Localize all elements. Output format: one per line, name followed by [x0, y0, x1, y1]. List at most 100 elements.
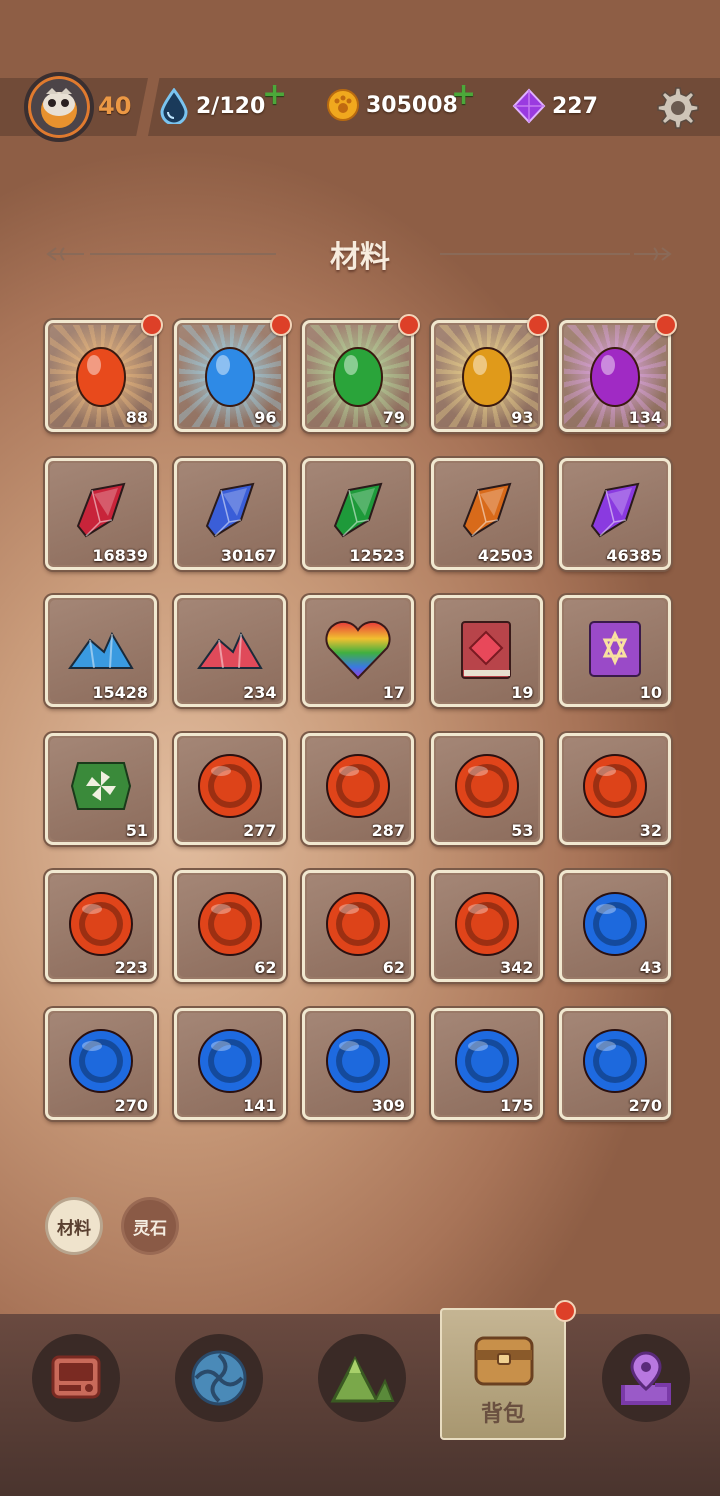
inventory-slot[interactable]: 10 [559, 595, 671, 707]
coin-value: 305008 [366, 92, 458, 118]
yellow-egg-icon [461, 346, 512, 407]
item-quantity: 175 [500, 1095, 534, 1115]
green-egg-icon [333, 346, 383, 407]
filter-materials[interactable]: 材料 [48, 1200, 100, 1252]
inventory-slot[interactable]: 287 [302, 732, 414, 845]
inventory-slot[interactable]: 96 [173, 314, 292, 432]
energy-value: 2/120 [196, 93, 266, 119]
energy-counter: 2/120 [158, 88, 265, 124]
inventory-slot[interactable]: 42503 [430, 457, 543, 570]
purple-star-card-icon [589, 620, 641, 677]
inventory-slot[interactable]: 46385 [559, 457, 671, 570]
blue-shard-pile-icon [68, 631, 134, 669]
inventory-slot[interactable]: 309 [302, 1007, 414, 1120]
inventory-slot[interactable]: 141 [173, 1007, 286, 1120]
nav-shop[interactable] [32, 1334, 120, 1422]
section-header: 材料 [0, 232, 720, 276]
gem-counter: 227 [512, 88, 598, 124]
new-item-badge [141, 314, 163, 336]
item-quantity: 32 [639, 820, 662, 840]
new-item-badge [269, 314, 292, 336]
inventory-slot[interactable]: 93 [430, 314, 549, 432]
blue-egg-icon [204, 346, 255, 407]
inventory-slot[interactable]: 53 [430, 732, 543, 845]
gear-icon[interactable] [656, 86, 700, 130]
inventory-slot[interactable]: 62 [302, 870, 414, 982]
inventory-slot[interactable]: 62 [173, 870, 286, 982]
nav-map[interactable] [602, 1334, 690, 1422]
purple-gem-icon [512, 88, 546, 124]
inventory-slot[interactable]: 19 [430, 595, 543, 707]
item-quantity: 43 [639, 958, 662, 977]
item-quantity: 88 [125, 408, 148, 427]
nav-adventure[interactable] [318, 1334, 406, 1422]
green-pinwheel-ticket-icon [70, 762, 132, 811]
item-quantity: 30167 [220, 545, 277, 565]
filter-spirit-stones-label: 灵石 [133, 1218, 167, 1239]
red-book-icon [460, 620, 511, 679]
backpack-icon [474, 1336, 534, 1386]
item-quantity: 15428 [92, 683, 148, 702]
purple-crystal-icon [590, 483, 640, 538]
inventory-slot[interactable]: 30167 [173, 457, 286, 570]
avatar[interactable] [24, 72, 94, 142]
item-quantity: 42503 [477, 545, 534, 565]
fire-orb-beast-icon [326, 891, 390, 956]
inventory-slot[interactable]: 16839 [45, 457, 157, 570]
inventory-slot[interactable]: 134 [559, 314, 677, 432]
item-quantity: 62 [254, 958, 277, 977]
inventory-slot[interactable]: 79 [302, 314, 420, 432]
item-quantity: 16839 [92, 545, 148, 565]
inventory-slot[interactable]: 32 [559, 732, 671, 845]
mountain-icon [330, 1355, 395, 1403]
inventory-slot[interactable]: 270 [559, 1007, 671, 1120]
title-divider-right [440, 253, 630, 255]
item-quantity: 141 [243, 1095, 277, 1115]
water-orb-fish-icon [197, 1029, 262, 1094]
item-quantity: 342 [500, 958, 534, 977]
nav-backpack[interactable]: 背包 [440, 1308, 566, 1440]
item-quantity: 79 [382, 408, 405, 427]
inventory-slot[interactable]: 51 [45, 732, 157, 845]
water-orb-goblin-icon [583, 891, 647, 956]
new-item-badge [398, 314, 420, 336]
add-coins-button[interactable]: + [451, 80, 476, 110]
inventory-slot[interactable]: 15428 [45, 595, 157, 707]
fire-orb-dome-icon [326, 754, 390, 819]
item-quantity: 223 [114, 958, 148, 977]
fire-orb-fox-icon [197, 891, 262, 956]
inventory-slot[interactable]: 12523 [302, 457, 414, 570]
inventory-slot[interactable]: 234 [173, 595, 286, 707]
water-orb-bull-icon [326, 1029, 390, 1094]
inventory-slot[interactable]: 17 [302, 595, 414, 707]
item-quantity: 53 [511, 820, 534, 840]
rainbow-heart-icon [325, 620, 391, 680]
item-quantity: 12523 [349, 545, 405, 565]
red-shard-pile-icon [196, 631, 263, 669]
inventory-slot[interactable]: 223 [45, 870, 157, 982]
inventory-slot[interactable]: 342 [430, 870, 543, 982]
top-bar: 40 2/120 + 305008 + 227 [0, 0, 720, 142]
inventory-slot[interactable]: 270 [45, 1007, 157, 1120]
item-quantity: 62 [382, 958, 405, 977]
paw-coin-icon [327, 89, 359, 121]
new-item-badge [526, 314, 549, 336]
inventory-slot[interactable]: 88 [45, 314, 163, 432]
new-item-badge [655, 314, 677, 336]
item-quantity: 309 [371, 1095, 405, 1115]
map-pin-icon [621, 1351, 671, 1405]
item-quantity: 234 [243, 683, 277, 702]
green-crystal-icon [333, 483, 383, 538]
item-quantity: 19 [511, 683, 534, 702]
red-egg-icon [76, 346, 126, 407]
inventory-slot[interactable]: 277 [173, 732, 286, 845]
fire-orb-horned-icon [197, 754, 262, 819]
inventory-slot[interactable]: 175 [430, 1007, 543, 1120]
nav-portal[interactable] [175, 1334, 263, 1422]
item-quantity: 134 [628, 408, 662, 427]
filter-spirit-stones[interactable]: 灵石 [124, 1200, 176, 1252]
add-energy-button[interactable]: + [262, 80, 287, 110]
item-quantity: 277 [243, 820, 277, 840]
red-crystal-icon [76, 483, 126, 538]
inventory-slot[interactable]: 43 [559, 870, 671, 982]
